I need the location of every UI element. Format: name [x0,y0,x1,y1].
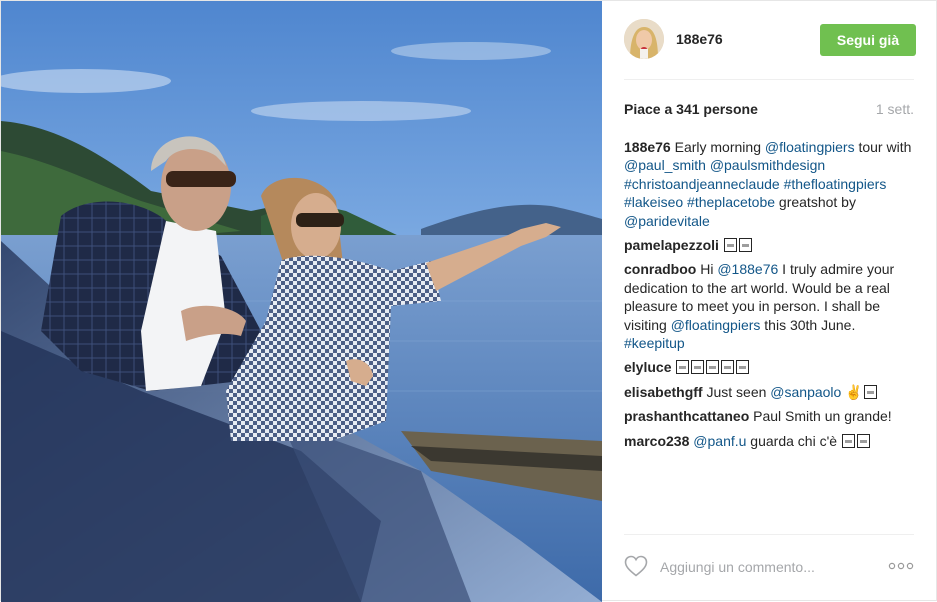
comment-username[interactable]: elyluce [624,359,671,375]
caption-text: Early morning [670,139,765,155]
hashtag-link[interactable]: #keepitup [624,335,685,351]
emoji-icon [721,360,735,375]
emoji-icon [738,238,752,253]
comment-text: guarda chi c'è [746,432,841,449]
post-sidebar: 188e76 Segui già Piace a 341 persone 1 s… [602,1,937,602]
ellipsis-icon[interactable] [888,557,914,575]
emoji-icon [856,433,870,448]
caption-text: greatshot by [775,194,856,211]
hashtag-link[interactable]: #theplacetobe [687,194,775,210]
hashtag-link[interactable]: #christoandjeanneclaude [624,176,780,192]
comment-username[interactable]: pamelapezzoli [624,237,719,253]
emoji-icon [676,360,690,375]
mention-link[interactable]: @paul_smith [624,157,706,173]
comment: elyluce [624,358,914,376]
caption: 188e76 Early morning @floatingpiers tour… [624,138,914,230]
comment-username[interactable]: elisabethgff [624,384,703,400]
caption-username[interactable]: 188e76 [624,139,671,155]
comment-text: Hi [696,261,718,278]
hashtag-link[interactable]: #lakeiseo [624,194,683,210]
mention-link[interactable]: @sanpaolo [770,384,841,400]
mention-link[interactable]: @188e76 [717,261,778,277]
post-container: 188e76 Segui già Piace a 341 persone 1 s… [0,0,937,602]
emoji-icon [736,360,750,375]
hashtag-link[interactable]: #thefloatingpiers [784,176,887,192]
mention-link[interactable]: @paridevitale [624,213,710,229]
emoji-icon [706,360,720,375]
emoji-icon [723,238,737,253]
comment: marco238 @panf.u guarda chi c'è [624,432,914,450]
comment-text: this 30th June. [760,316,856,333]
emoji-icon [691,360,705,375]
mention-link[interactable]: @floatingpiers [671,317,761,333]
comment-text: Paul Smith un grande! [749,408,892,425]
comment-username[interactable]: prashanthcattaneo [624,408,749,424]
author-username[interactable]: 188e76 [676,31,723,47]
comment-username[interactable]: conradboo [624,261,696,277]
post-timestamp[interactable]: 1 sett. [876,101,914,117]
mention-link[interactable]: @panf.u [693,433,746,449]
more-options-icon [888,562,914,570]
comment-bar [624,549,914,585]
footer-divider [624,534,914,535]
post-header: 188e76 Segui già [624,19,916,59]
comment: conradboo Hi @188e76 I truly admire your… [624,260,914,352]
mention-link[interactable]: @floatingpiers [765,139,855,155]
comments-list: 188e76 Early morning @floatingpiers tour… [624,138,914,458]
photo-illustration [1,1,602,602]
avatar[interactable] [624,19,664,59]
emoji-icon [841,433,855,448]
comment-username[interactable]: marco238 [624,433,689,449]
comment: pamelapezzoli [624,236,914,254]
avatar-image [624,19,664,59]
likes-row: Piace a 341 persone 1 sett. [624,101,914,119]
comment: prashanthcattaneo Paul Smith un grande! [624,407,914,425]
emoji-icon [863,384,877,399]
comment-text: Just seen [702,383,771,400]
comment: elisabethgff Just seen @sanpaolo ✌ [624,383,914,401]
comment-input[interactable] [660,555,870,579]
caption-text: tour with [854,139,912,155]
following-button[interactable]: Segui già [820,24,916,56]
post-photo[interactable] [1,1,602,602]
mention-link[interactable]: @paulsmithdesign [710,157,825,173]
heart-outline-icon[interactable] [624,555,648,577]
comment-text: ✌ [841,383,863,400]
header-divider [624,79,914,80]
likes-count[interactable]: Piace a 341 persone [624,101,758,117]
